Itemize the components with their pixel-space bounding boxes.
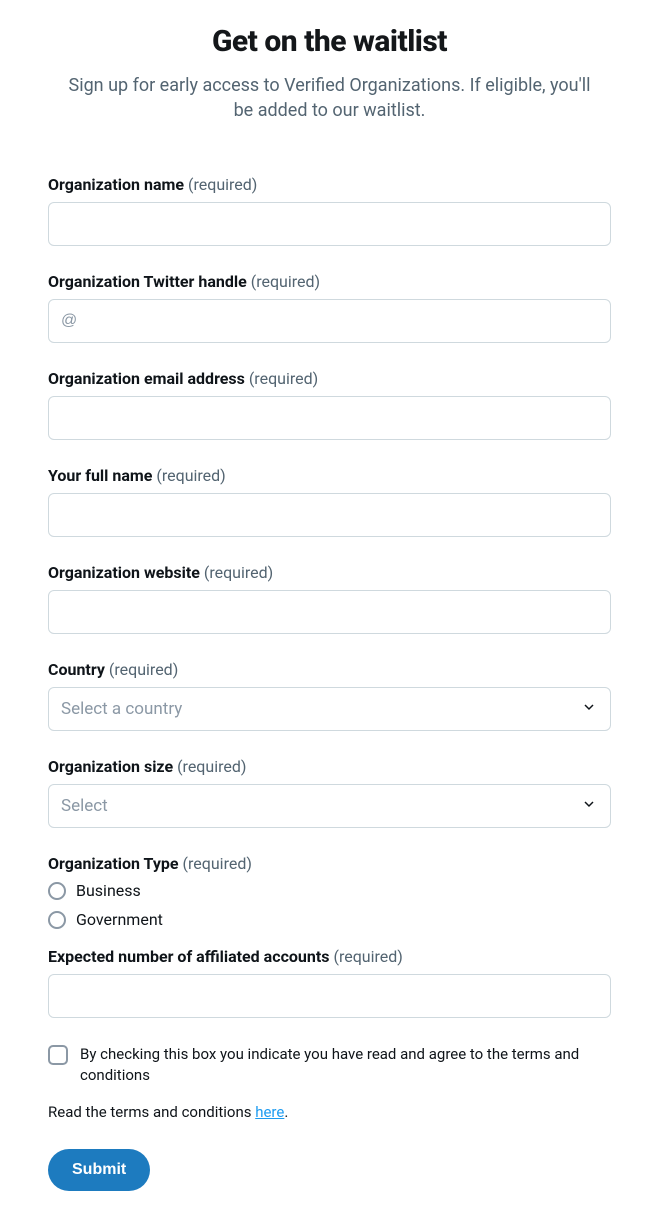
label-org-email: Organization email address (required) (48, 369, 611, 388)
label-affiliated: Expected number of affiliated accounts (… (48, 947, 611, 966)
label-full-name: Your full name (required) (48, 466, 611, 485)
terms-line: Read the terms and conditions here. (48, 1103, 611, 1121)
input-affiliated[interactable] (48, 974, 611, 1018)
consent-checkbox[interactable] (48, 1045, 68, 1065)
consent-checkbox-label: By checking this box you indicate you ha… (80, 1044, 611, 1085)
field-org-size: Organization size (required) Select (48, 757, 611, 828)
select-org-size[interactable]: Select (48, 784, 611, 828)
field-org-handle: Organization Twitter handle (required) (48, 272, 611, 343)
label-org-name: Organization name (required) (48, 175, 611, 194)
input-org-handle[interactable] (48, 299, 611, 343)
field-country: Country (required) Select a country (48, 660, 611, 731)
consent-checkbox-row: By checking this box you indicate you ha… (48, 1044, 611, 1085)
radio-government-label: Government (76, 910, 163, 929)
field-org-email: Organization email address (required) (48, 369, 611, 440)
select-org-size-placeholder: Select (61, 796, 108, 816)
radio-business[interactable]: Business (48, 881, 611, 900)
submit-button[interactable]: Submit (48, 1149, 150, 1191)
form-container: Get on the waitlist Sign up for early ac… (0, 24, 659, 1191)
input-full-name[interactable] (48, 493, 611, 537)
field-org-website: Organization website (required) (48, 563, 611, 634)
input-org-email[interactable] (48, 396, 611, 440)
page-subtitle: Sign up for early access to Verified Org… (48, 73, 611, 123)
label-org-size: Organization size (required) (48, 757, 611, 776)
page-title: Get on the waitlist (48, 24, 611, 59)
field-org-name: Organization name (required) (48, 175, 611, 246)
input-org-website[interactable] (48, 590, 611, 634)
radio-icon (48, 882, 66, 900)
label-org-type: Organization Type (required) (48, 854, 611, 873)
field-affiliated: Expected number of affiliated accounts (… (48, 947, 611, 1018)
radio-government[interactable]: Government (48, 910, 611, 929)
input-org-name[interactable] (48, 202, 611, 246)
select-country-placeholder: Select a country (61, 699, 182, 719)
radio-icon (48, 911, 66, 929)
select-country[interactable]: Select a country (48, 687, 611, 731)
label-org-handle: Organization Twitter handle (required) (48, 272, 611, 291)
terms-link[interactable]: here (255, 1103, 284, 1121)
label-org-website: Organization website (required) (48, 563, 611, 582)
field-org-type: Organization Type (required) Business Go… (48, 854, 611, 929)
radio-business-label: Business (76, 881, 141, 900)
field-full-name: Your full name (required) (48, 466, 611, 537)
label-country: Country (required) (48, 660, 611, 679)
